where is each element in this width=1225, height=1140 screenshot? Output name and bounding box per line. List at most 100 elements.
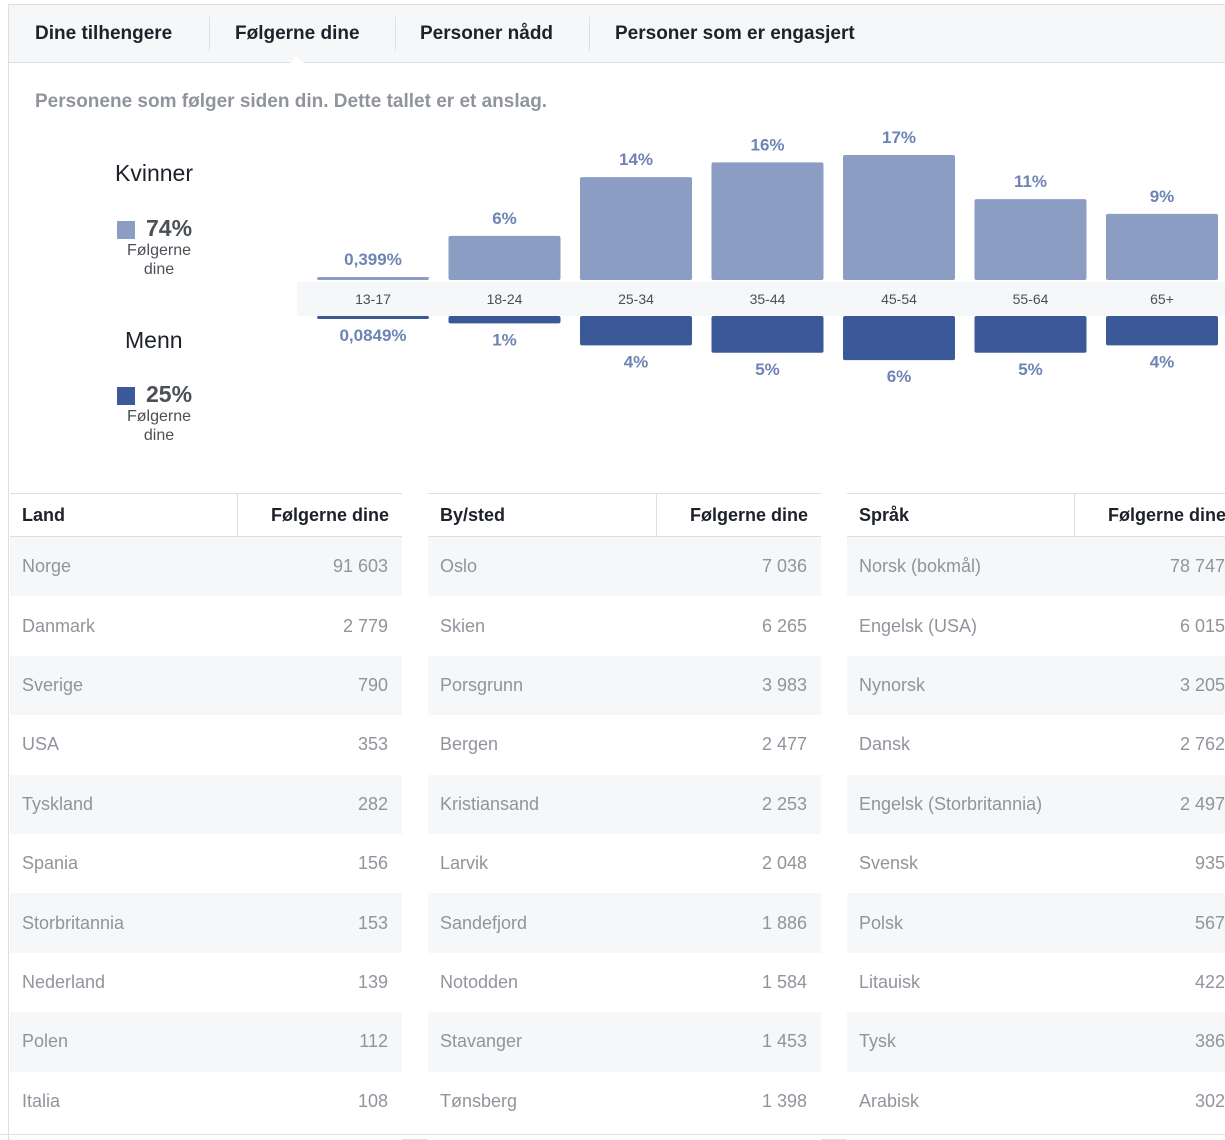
row-name: Dansk <box>859 734 911 755</box>
men-bar-label: 4% <box>1150 352 1175 371</box>
tab-personer-engasjert[interactable]: Personer som er engasjert <box>615 5 855 63</box>
column-header-followers[interactable]: Følgerne dine <box>657 494 821 536</box>
women-bar-label: 17% <box>882 128 916 147</box>
table-row: Engelsk (Storbritannia) 2 497 <box>847 774 1225 834</box>
row-name: Norsk (bokmål) <box>859 556 982 577</box>
legend-women-label: Følgerne dine <box>126 242 192 278</box>
men-bar <box>317 316 429 319</box>
row-followers-count: 790 <box>357 674 388 695</box>
row-followers-count: 2 253 <box>761 793 807 814</box>
women-bar-label: 14% <box>619 150 653 169</box>
tab-folgerne-dine[interactable]: Følgerne dine <box>235 5 360 64</box>
row-name: Svensk <box>859 853 919 874</box>
column-header-name[interactable]: Språk <box>847 494 1075 536</box>
row-followers-count: 353 <box>357 734 388 755</box>
row-name: Italia <box>22 1090 61 1111</box>
table-row: Sandefjord 1 886 <box>428 893 821 953</box>
table-row: Norsk (bokmål) 78 747 <box>847 537 1225 597</box>
table-row: Porsgrunn 3 983 <box>428 655 821 716</box>
table-row: Oslo 7 036 <box>428 537 821 597</box>
women-bar <box>843 155 955 280</box>
row-name: Notodden <box>440 971 519 992</box>
row-followers-count: 108 <box>357 1090 388 1111</box>
row-followers-count: 386 <box>1194 1031 1225 1052</box>
women-bar-label: 11% <box>1014 172 1047 191</box>
bottom-divider <box>0 1134 1225 1135</box>
men-bar-label: 4% <box>624 352 649 371</box>
table-row: USA 353 <box>10 715 402 774</box>
row-name: Kristiansand <box>440 793 540 814</box>
row-name: Norge <box>22 556 72 577</box>
table-row: Larvik 2 048 <box>428 834 821 893</box>
legend-women-title: Kvinner <box>115 160 193 186</box>
row-name: Sandefjord <box>440 912 528 933</box>
row-name: Tysk <box>859 1031 897 1052</box>
women-bar-label: 9% <box>1150 187 1175 206</box>
women-bar <box>1106 213 1218 280</box>
row-name: Engelsk (Storbritannia) <box>859 793 1043 814</box>
table-body: Oslo 7 036 Skien 6 265 Porsgrunn 3 983 Bergen 2… <box>428 537 821 1131</box>
row-name: Tyskland <box>22 793 94 814</box>
table-row: Arabisk 302 <box>847 1072 1225 1131</box>
men-bar <box>580 316 692 346</box>
women-bar <box>448 235 561 280</box>
row-name: Stavanger <box>440 1031 523 1052</box>
row-followers-count: 112 <box>359 1031 388 1052</box>
row-name: Skien <box>440 615 486 636</box>
row-followers-count: 422 <box>1194 971 1225 992</box>
row-name: Litauisk <box>859 971 921 992</box>
row-followers-count: 282 <box>357 793 388 814</box>
women-bar-label: 16% <box>750 135 784 154</box>
row-followers-count: 302 <box>1194 1090 1225 1111</box>
table-row: Italia 108 <box>10 1072 402 1131</box>
row-followers-count: 1 886 <box>761 912 807 933</box>
row-followers-count: 153 <box>357 912 388 933</box>
legend-men-percent: 25% <box>146 381 193 407</box>
men-bar-label: 1% <box>492 330 517 349</box>
row-name: Oslo <box>440 556 478 577</box>
row-name: Porsgrunn <box>440 674 524 695</box>
legend-men-swatch <box>117 387 135 405</box>
men-bar <box>448 316 561 324</box>
tab-divider <box>589 17 590 51</box>
age-category-label: 18-24 <box>487 291 523 307</box>
men-bar-label: 6% <box>887 367 912 386</box>
row-name: Bergen <box>440 734 499 755</box>
men-bar-label: 0,0849% <box>339 326 406 345</box>
table-row: Danmark 2 779 <box>10 596 402 655</box>
row-name: Polen <box>22 1031 69 1052</box>
tab-dine-tilhengere[interactable]: Dine tilhengere <box>35 5 172 63</box>
row-name: Spania <box>22 853 79 874</box>
language-table: Språk Følgerne dine Norsk (bokmål) 78 747 En… <box>847 493 1225 1140</box>
column-header-followers[interactable]: Følgerne dine <box>1075 494 1225 536</box>
row-followers-count: 78 747 <box>1169 556 1225 577</box>
row-name: Nederland <box>22 971 106 992</box>
row-name: Storbritannia <box>22 912 125 933</box>
men-bar <box>843 316 955 361</box>
column-header-followers[interactable]: Følgerne dine <box>238 494 402 536</box>
tab-personer-nadd[interactable]: Personer nådd <box>420 5 553 63</box>
table-row: Spania 156 <box>10 834 402 893</box>
age-category-label: 25-34 <box>618 291 654 307</box>
tab-divider <box>209 17 210 51</box>
row-followers-count: 2 762 <box>1179 734 1225 755</box>
row-followers-count: 3 205 <box>1179 674 1225 695</box>
age-gender-chart: 0,399% 0,0849% 13-17 6% 1% 18-24 14% 4% 25-34 16%… <box>297 128 1225 386</box>
column-header-name[interactable]: By/sted <box>428 494 657 536</box>
legend-women-percent: 74% <box>146 215 193 241</box>
table-row: Litauisk 422 <box>847 953 1225 1012</box>
row-followers-count: 156 <box>357 853 388 874</box>
men-bar-label: 5% <box>1018 360 1043 379</box>
table-header: By/sted Følgerne dine <box>428 493 821 537</box>
table-row: Tysk 386 <box>847 1012 1225 1072</box>
row-followers-count: 2 779 <box>342 615 388 636</box>
men-bar <box>974 316 1087 353</box>
row-name: Tønsberg <box>440 1090 518 1111</box>
table-row: Bergen 2 477 <box>428 715 821 774</box>
row-name: Nynorsk <box>859 674 926 695</box>
row-name: Engelsk (USA) <box>859 615 978 636</box>
women-bar-label: 6% <box>492 209 517 228</box>
row-name: Danmark <box>22 615 96 636</box>
row-name: Larvik <box>440 853 489 874</box>
column-header-name[interactable]: Land <box>10 494 238 536</box>
